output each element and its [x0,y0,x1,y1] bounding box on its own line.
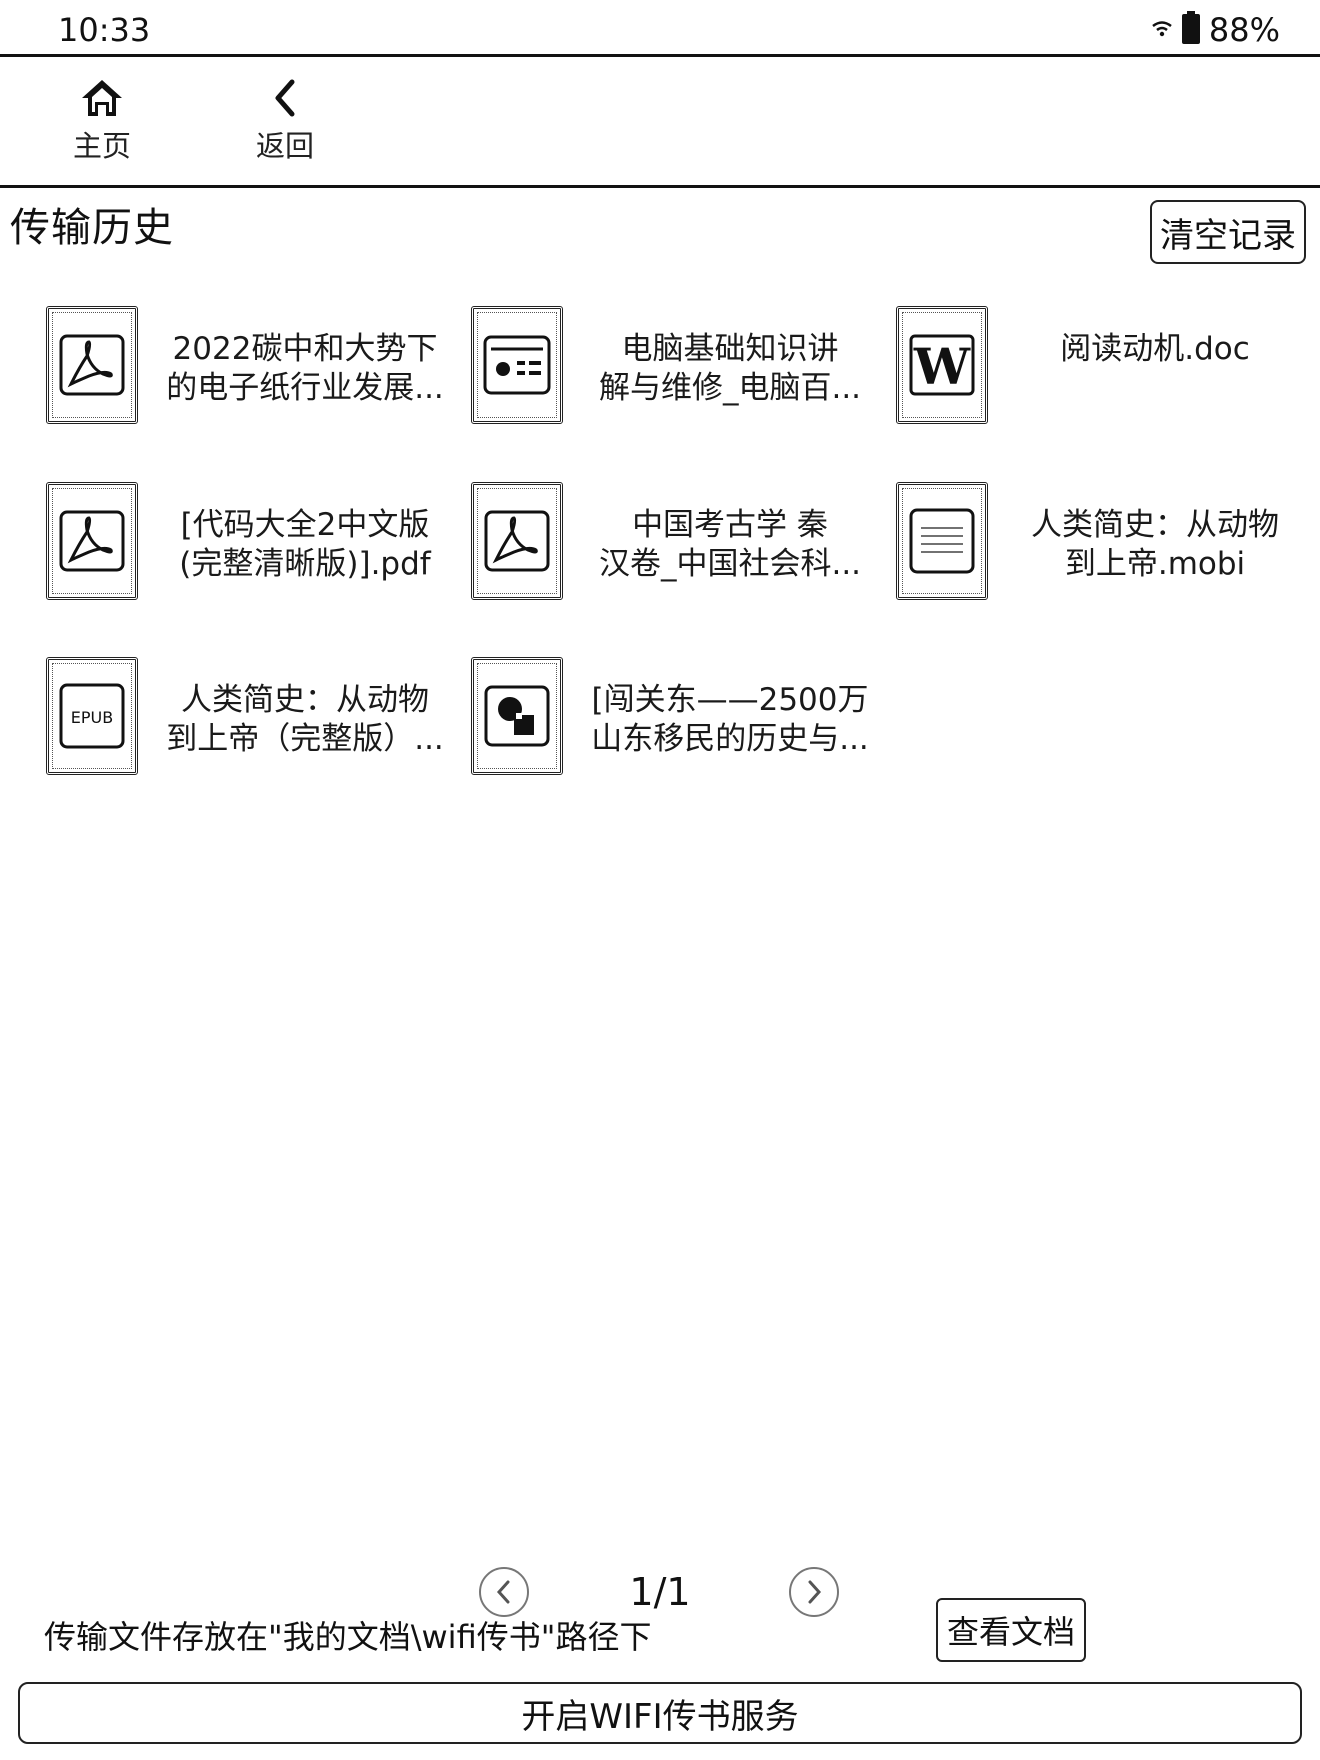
epub-icon: EPUB [46,657,138,775]
file-name-line1: 阅读动机.doc [1060,331,1250,367]
file-name-line2: (完整清晰版)].pdf [179,546,431,582]
wifi-icon [1151,19,1173,41]
back-label: 返回 [255,129,314,163]
page-indicator: 1/1 [629,1570,691,1614]
text-doc-icon [896,482,988,600]
file-name-line2: 到上帝（完整版）... [166,721,444,757]
page-title: 传输历史 [10,205,174,251]
view-docs-button[interactable]: 查看文档 [936,1598,1086,1662]
prev-page-button[interactable] [479,1567,529,1617]
file-name-line1: 中国考古学 秦 [632,507,828,543]
file-name-line1: [代码大全2中文版 [180,507,430,543]
file-item[interactable]: 2022碳中和大势下 的电子纸行业发展... [46,306,466,436]
file-name-line1: [闯关东——2500万 [591,682,869,718]
home-label: 主页 [72,129,131,163]
file-name-line2: 解与维修_电脑百... [598,370,862,406]
back-button[interactable]: 返回 [210,70,360,170]
status-indicators: 88% [1151,8,1280,52]
file-name-line2: 山东移民的历史与... [591,721,869,757]
start-wifi-transfer-button[interactable]: 开启WIFI传书服务 [18,1682,1302,1744]
file-item[interactable]: W 阅读动机.doc [896,306,1316,436]
status-time: 10:33 [58,11,151,49]
battery-percent: 88% [1208,11,1280,49]
battery-icon [1181,11,1201,49]
word-icon: W [896,306,988,424]
pdf-icon [46,482,138,600]
chevron-left-icon [275,79,295,117]
id-card-icon [471,306,563,424]
file-name-line2: 到上帝.mobi [1064,546,1246,582]
file-name-line2: 的电子纸行业发展... [166,370,444,406]
file-name-line1: 人类简史：从动物 [181,682,429,718]
file-item[interactable]: [闯关东——2500万 山东移民的历史与... [471,657,891,787]
home-button[interactable]: 主页 [27,70,177,170]
file-name-line1: 电脑基础知识讲 [621,331,839,367]
shapes-icon [471,657,563,775]
chevron-right-circle-icon [808,1580,822,1604]
file-item[interactable]: EPUB 人类简史：从动物 到上帝（完整版）... [46,657,466,787]
chevron-left-circle-icon [496,1580,510,1604]
file-item[interactable]: 电脑基础知识讲 解与维修_电脑百... [471,306,891,436]
file-name-line2: 汉卷_中国社会科... [598,546,862,582]
file-item[interactable]: 人类简史：从动物 到上帝.mobi [896,482,1316,612]
file-item[interactable]: 中国考古学 秦 汉卷_中国社会科... [471,482,891,612]
clear-history-button[interactable]: 清空记录 [1150,200,1306,264]
next-page-button[interactable] [789,1567,839,1617]
status-divider [0,54,1320,57]
home-icon [82,80,122,116]
file-item[interactable]: [代码大全2中文版 (完整清晰版)].pdf [46,482,466,612]
file-name-line1: 人类简史：从动物 [1031,507,1279,543]
pdf-icon [46,306,138,424]
svg-text:W: W [913,337,971,396]
pdf-icon [471,482,563,600]
file-name-line1: 2022碳中和大势下 [172,331,438,367]
nav-divider [0,185,1320,188]
storage-path-note: 传输文件存放在"我的文档\wifi传书"路径下 [44,1618,652,1656]
epub-badge: EPUB [71,708,113,727]
